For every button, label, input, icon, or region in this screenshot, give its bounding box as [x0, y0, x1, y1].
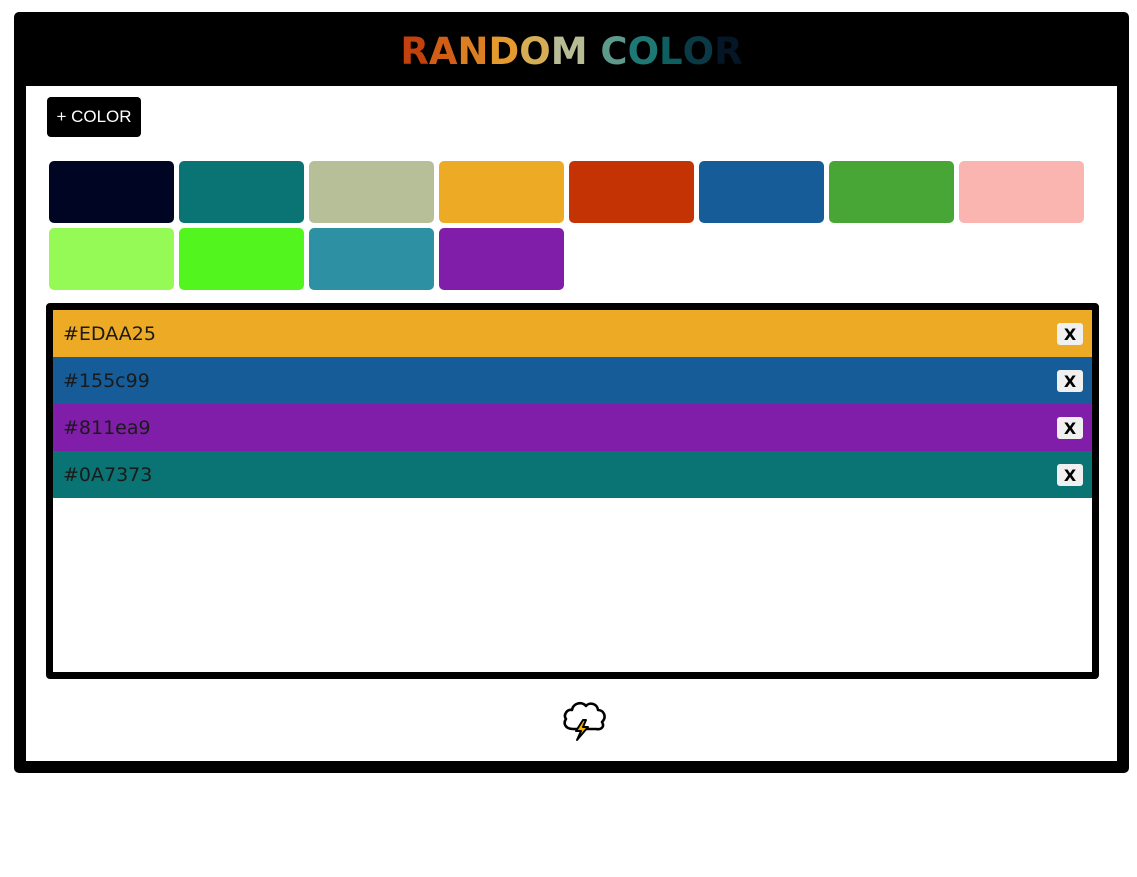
- title-letter: O: [627, 29, 660, 73]
- color-swatch[interactable]: [309, 161, 434, 223]
- color-swatch[interactable]: [49, 228, 174, 290]
- header: RANDOM COLOR: [14, 12, 1129, 86]
- selected-color-row: #0A7373 X: [53, 451, 1092, 498]
- title-letter: R: [714, 29, 743, 73]
- title-letter: L: [659, 29, 683, 73]
- title-letter: O: [519, 29, 551, 73]
- color-swatch[interactable]: [699, 161, 824, 223]
- hex-code-label: #EDAA25: [63, 322, 156, 345]
- color-swatch[interactable]: [179, 161, 304, 223]
- remove-color-button[interactable]: X: [1057, 323, 1083, 345]
- generate-button[interactable]: [561, 698, 607, 742]
- color-swatch[interactable]: [179, 228, 304, 290]
- title-letter: O: [682, 29, 715, 73]
- color-swatch[interactable]: [569, 161, 694, 223]
- title-letter: N: [457, 29, 489, 73]
- main-panel: + COLOR #EDAA25 X #155c99 X #811ea9 X #0A7373 X: [26, 86, 1117, 761]
- selected-color-row: #EDAA25 X: [53, 310, 1092, 357]
- selected-color-row: #155c99 X: [53, 357, 1092, 404]
- hex-code-label: #155c99: [63, 369, 150, 392]
- title-letter: [588, 33, 601, 70]
- selected-color-row: #811ea9 X: [53, 404, 1092, 451]
- color-swatch[interactable]: [309, 228, 434, 290]
- title-letter: D: [488, 29, 520, 73]
- color-swatch[interactable]: [829, 161, 954, 223]
- hex-code-label: #0A7373: [63, 463, 153, 486]
- hex-code-label: #811ea9: [63, 416, 151, 439]
- title-letter: C: [600, 29, 628, 73]
- title-letter: R: [400, 29, 429, 73]
- page-title: RANDOM COLOR: [400, 33, 742, 70]
- storm-cloud-icon: [563, 701, 606, 741]
- add-color-button[interactable]: + COLOR: [47, 97, 141, 137]
- remove-color-button[interactable]: X: [1057, 417, 1083, 439]
- title-letter: A: [428, 29, 458, 73]
- color-swatch[interactable]: [439, 228, 564, 290]
- app-frame: RANDOM COLOR + COLOR #EDAA25 X #155c99 X #81…: [14, 12, 1129, 773]
- color-swatch[interactable]: [49, 161, 174, 223]
- title-letter: M: [550, 29, 588, 73]
- color-swatch[interactable]: [439, 161, 564, 223]
- selected-colors-list: #EDAA25 X #155c99 X #811ea9 X #0A7373 X: [46, 303, 1099, 679]
- remove-color-button[interactable]: X: [1057, 370, 1083, 392]
- remove-color-button[interactable]: X: [1057, 464, 1083, 486]
- color-swatch[interactable]: [959, 161, 1084, 223]
